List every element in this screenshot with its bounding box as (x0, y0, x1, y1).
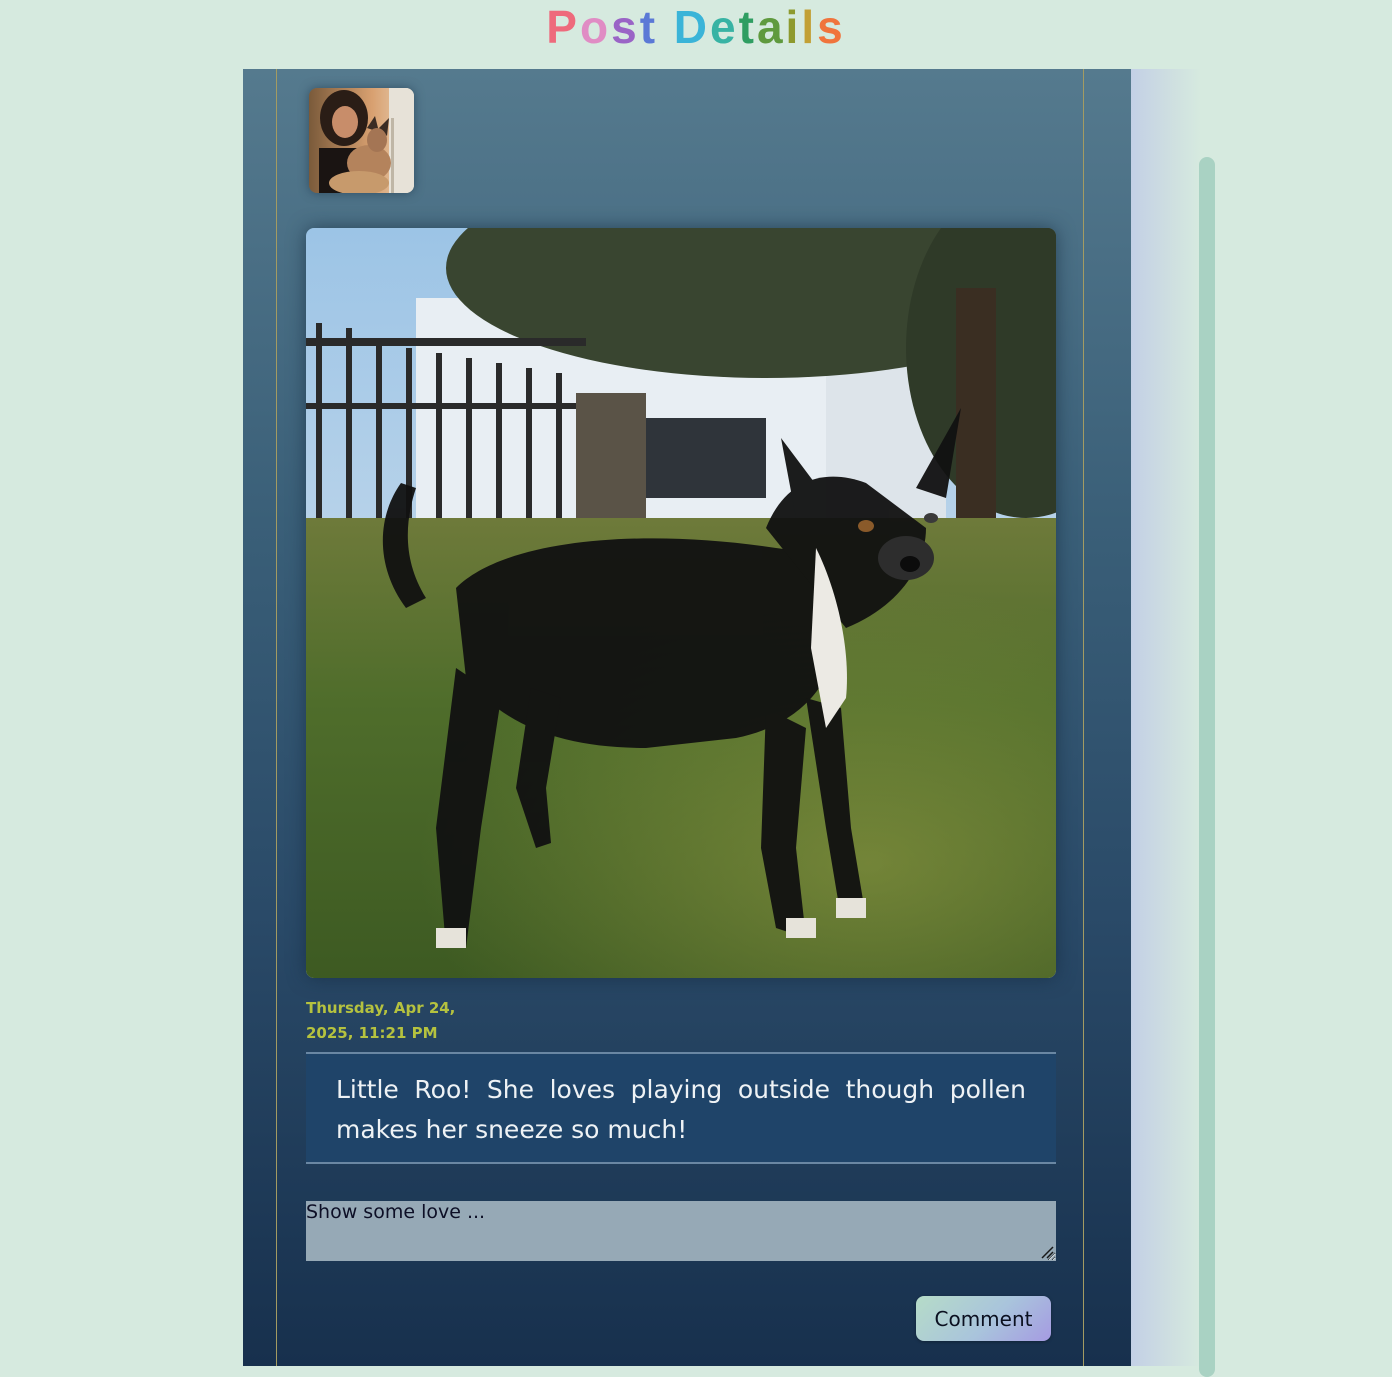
user-avatar-icon (309, 88, 414, 193)
dog-photo-icon (306, 228, 1056, 978)
card-shadow (1131, 69, 1201, 1366)
page-title-letter: D (673, 1, 711, 53)
comment-button[interactable]: Comment (916, 1296, 1051, 1341)
post-image[interactable] (306, 228, 1056, 978)
post-card: Thursday, Apr 24, 2025, 11:21 PM Little … (243, 69, 1131, 1366)
comment-input[interactable] (306, 1201, 1056, 1261)
page-title-letter: t (639, 1, 659, 53)
page-title-letter: e (710, 1, 739, 53)
page-title-letter: t (738, 1, 757, 53)
user-avatar[interactable] (309, 88, 414, 193)
resize-handle-icon[interactable] (1040, 1245, 1054, 1259)
page-title-letter: l (801, 1, 818, 53)
page-title-letter: s (817, 1, 846, 53)
scrollbar[interactable] (1199, 157, 1215, 1377)
page-title-letter: P (546, 1, 580, 53)
post-caption-text: Little Roo! She loves playing outside th… (336, 1075, 1026, 1144)
post-timestamp: Thursday, Apr 24, 2025, 11:21 PM (306, 999, 456, 1042)
page-title-letter: o (579, 1, 612, 53)
page-title: Post Details (0, 0, 1392, 62)
page-title-letter (658, 0, 674, 54)
page-title-letter: i (785, 1, 802, 53)
page-title-letter: a (756, 1, 786, 53)
page-title-letter: s (611, 1, 640, 53)
post-caption: Little Roo! She loves playing outside th… (306, 1052, 1056, 1164)
